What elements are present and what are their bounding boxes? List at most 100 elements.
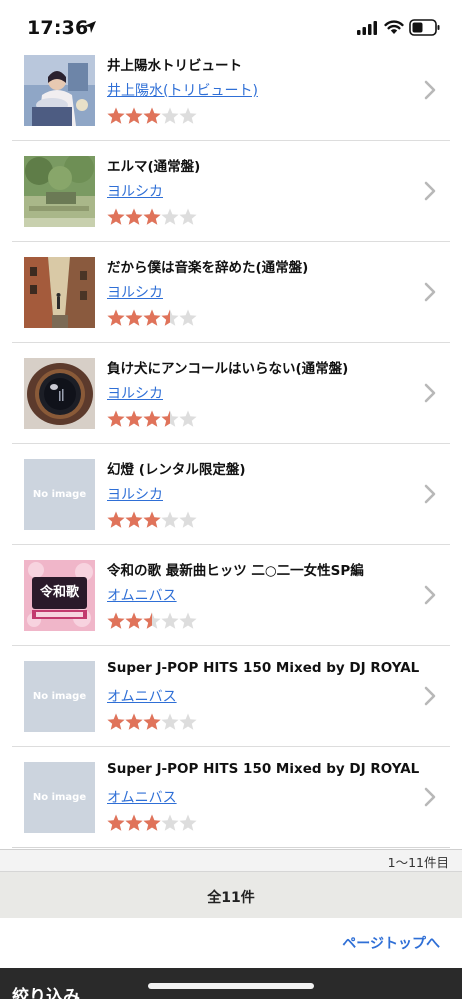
list-item[interactable]: No image Super J-POP HITS 150 Mixed by DJ… [12,747,450,848]
svg-text:令和歌: 令和歌 [40,584,80,600]
rating-star-icon [107,511,125,528]
rating-star-icon [125,814,143,831]
rating-star-icon [161,410,179,427]
rating-star-icon [107,612,125,629]
no-image-label: No image [32,792,87,803]
list-item[interactable]: だから僕は音楽を辞めた(通常盤) ヨルシカ [12,242,450,343]
page-top-link[interactable]: ページトップへ [342,933,440,953]
chevron-right-icon [424,282,436,302]
rating-star-icon [125,410,143,427]
list-item[interactable]: エルマ(通常盤) ヨルシカ [12,141,450,242]
no-image-placeholder: No image [24,762,95,833]
artist-link[interactable]: 井上陽水(トリビュート) [107,80,258,100]
album-cover [24,358,95,429]
chevron-right-icon [424,686,436,706]
rating-star-icon [107,208,125,225]
chevron-right-icon [424,80,436,100]
list-item[interactable]: 井上陽水トリビュート井上陽水(トリビュート) [12,40,450,141]
rating-star-icon [125,309,143,326]
rating-star-icon [143,410,161,427]
list-item[interactable]: No image 幻燈 (レンタル限定盤) ヨルシカ [12,444,450,545]
chevron-right-icon [424,383,436,403]
item-title: Super J-POP HITS 150 Mixed by DJ ROYAL [107,660,420,676]
star-rating [107,308,197,328]
artist-link[interactable]: ヨルシカ [107,181,163,201]
rating-star-icon [143,511,161,528]
total-count-bar: 全11件 [0,871,462,918]
rating-star-icon [125,612,143,629]
album-cover: 令和歌 [24,560,95,631]
rating-star-icon [179,410,197,427]
star-rating [107,207,197,227]
no-image-placeholder: No image [24,459,95,530]
rating-star-icon [143,713,161,730]
location-arrow-icon [84,21,96,33]
rating-star-icon [161,309,179,326]
list-item[interactable]: 負け犬にアンコールはいらない(通常盤) ヨルシカ [12,343,450,444]
home-indicator [148,983,314,989]
rating-star-icon [161,814,179,831]
rating-star-icon [125,713,143,730]
artist-link[interactable]: ヨルシカ [107,484,163,504]
rating-star-icon [161,107,179,124]
rating-star-icon [107,309,125,326]
artist-link[interactable]: オムニバス [107,787,177,807]
item-title: 負け犬にアンコールはいらない(通常盤) [107,361,349,377]
battery-icon [409,19,440,36]
rating-star-icon [125,208,143,225]
star-rating [107,611,197,631]
item-title: だから僕は音楽を辞めた(通常盤) [107,260,309,276]
cellular-signal-icon [357,21,377,35]
chevron-right-icon [424,787,436,807]
wifi-icon [384,20,404,34]
star-rating [107,106,197,126]
item-title: 令和の歌 最新曲ヒッツ 二○二一女性SP編 [107,563,364,579]
no-image-placeholder: No image [24,661,95,732]
rating-star-icon [143,612,161,629]
rating-star-icon [179,208,197,225]
item-title: Super J-POP HITS 150 Mixed by DJ ROYAL [107,761,420,777]
rating-star-icon [107,410,125,427]
rating-star-icon [179,612,197,629]
rating-star-icon [125,511,143,528]
rating-star-icon [143,309,161,326]
status-time: 17:36 [27,17,89,39]
star-rating [107,510,197,530]
rating-star-icon [179,309,197,326]
item-title: 井上陽水トリビュート [107,58,242,74]
filter-label: 絞り込み [12,987,80,999]
chevron-right-icon [424,484,436,504]
star-rating [107,409,197,429]
rating-star-icon [161,612,179,629]
star-rating [107,712,197,732]
rating-star-icon [179,107,197,124]
rating-star-icon [107,713,125,730]
artist-link[interactable]: オムニバス [107,686,177,706]
album-cover [24,55,95,126]
rating-star-icon [179,814,197,831]
artist-link[interactable]: ヨルシカ [107,282,163,302]
rating-star-icon [125,107,143,124]
no-image-label: No image [32,489,87,500]
rating-star-icon [143,107,161,124]
result-range-bar: 1〜11件目 [0,849,462,871]
star-rating [107,813,197,833]
total-count-text: 全11件 [207,890,255,906]
item-title: 幻燈 (レンタル限定盤) [107,462,246,478]
chevron-right-icon [424,585,436,605]
item-title: エルマ(通常盤) [107,159,201,175]
rating-star-icon [179,713,197,730]
rating-star-icon [143,208,161,225]
result-list: 井上陽水トリビュート 井上陽水(トリビュート) エルマ(通常盤) ヨルシカ だから僕は音… [12,40,450,848]
artist-link[interactable]: オムニバス [107,585,177,605]
list-item[interactable]: 令和歌 令和の歌 最新曲ヒッツ 二○二一女性SP編オムニバス [12,545,450,646]
rating-star-icon [161,208,179,225]
rating-star-icon [107,814,125,831]
artist-link[interactable]: ヨルシカ [107,383,163,403]
result-range-text: 1〜11件目 [387,855,449,870]
rating-star-icon [143,814,161,831]
rating-star-icon [107,107,125,124]
rating-star-icon [161,713,179,730]
list-item[interactable]: No image Super J-POP HITS 150 Mixed by DJ… [12,646,450,747]
album-cover [24,156,95,227]
